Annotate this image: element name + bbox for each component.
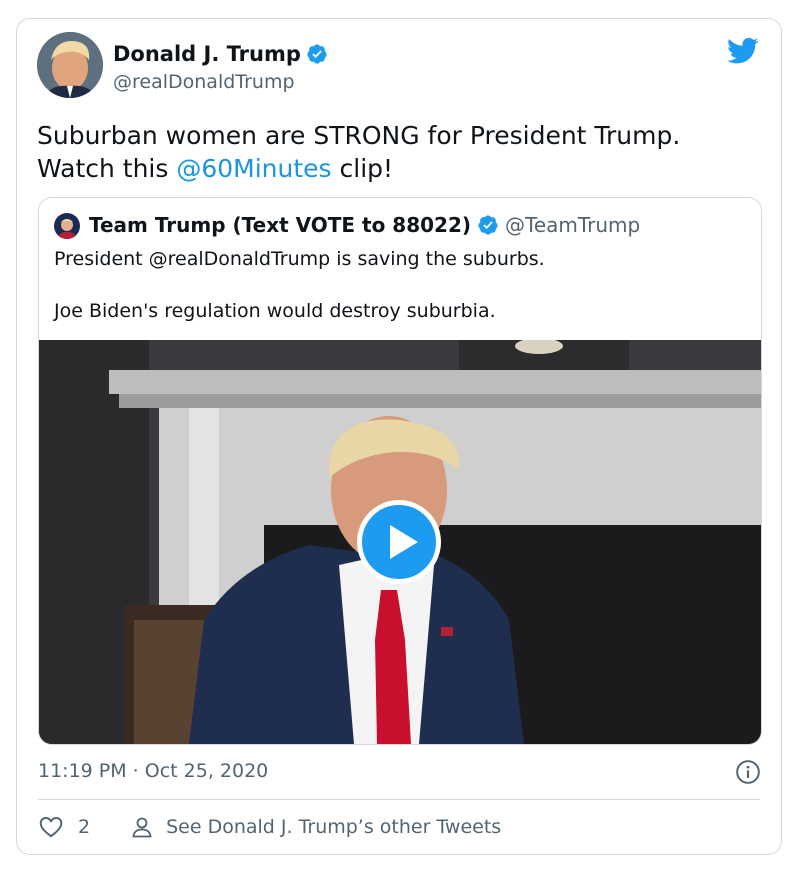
play-icon bbox=[390, 525, 418, 559]
quoted-text-line1: President @realDonaldTrump is saving the… bbox=[54, 248, 545, 270]
play-button[interactable] bbox=[357, 500, 441, 584]
author-name-row[interactable]: Donald J. Trump bbox=[113, 41, 328, 67]
author-handle[interactable]: @realDonaldTrump bbox=[113, 70, 295, 94]
like-count: 2 bbox=[78, 816, 91, 838]
like-button[interactable]: 2 bbox=[38, 813, 90, 841]
tweet-text: Suburban women are STRONG for President … bbox=[37, 119, 757, 185]
quoted-text: President @realDonaldTrump is saving the… bbox=[54, 246, 744, 324]
tweet-text-after: clip! bbox=[331, 154, 394, 183]
quoted-name-row[interactable]: Team Trump (Text VOTE to 88022) @TeamTru… bbox=[89, 211, 640, 239]
author-name[interactable]: Donald J. Trump bbox=[113, 41, 301, 67]
other-tweets-label[interactable]: See Donald J. Trump’s other Tweets bbox=[166, 813, 501, 841]
tweet-card: Donald J. Trump @realDonaldTrump Suburba… bbox=[16, 18, 782, 855]
other-tweets-link[interactable]: See Donald J. Trump’s other Tweets bbox=[130, 813, 501, 841]
verified-badge-icon bbox=[478, 215, 498, 235]
heart-icon bbox=[39, 817, 63, 838]
person-icon bbox=[132, 817, 152, 838]
mention-link[interactable]: @60Minutes bbox=[176, 154, 331, 183]
quoted-text-line2: Joe Biden's regulation would destroy sub… bbox=[54, 300, 496, 322]
info-icon[interactable] bbox=[735, 759, 761, 785]
video-player[interactable] bbox=[39, 340, 761, 744]
quoted-name[interactable]: Team Trump (Text VOTE to 88022) bbox=[89, 211, 471, 239]
footer-divider bbox=[38, 799, 760, 800]
quoted-avatar[interactable] bbox=[54, 213, 80, 239]
tweet-timestamp[interactable]: 11:19 PM · Oct 25, 2020 bbox=[38, 759, 268, 783]
quoted-avatar-image bbox=[54, 213, 80, 239]
quoted-handle[interactable]: @TeamTrump bbox=[505, 213, 640, 237]
verified-badge-icon bbox=[307, 44, 327, 64]
twitter-bird-icon[interactable] bbox=[727, 37, 759, 65]
avatar-image bbox=[37, 32, 103, 98]
tweet-footer: 2 See Donald J. Trump’s other Tweets bbox=[38, 813, 501, 841]
quoted-tweet[interactable]: Team Trump (Text VOTE to 88022) @TeamTru… bbox=[38, 197, 762, 745]
author-avatar[interactable] bbox=[37, 32, 103, 98]
